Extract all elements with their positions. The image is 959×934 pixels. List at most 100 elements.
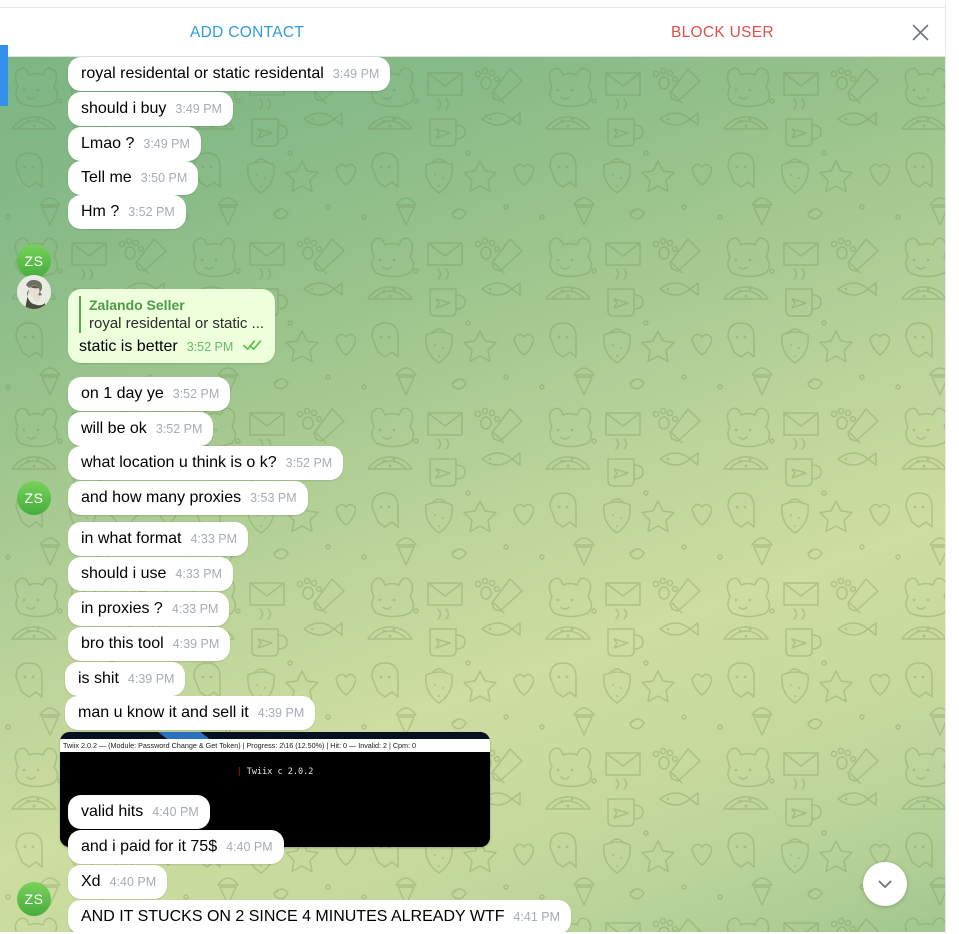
message-time: 4:39 PM: [127, 672, 175, 686]
message-text: AND IT STUCKS ON 2 SINCE 4 MINUTES ALREA…: [81, 908, 505, 925]
telegram-chat-window: ADD CONTACT BLOCK USER royal residental …: [0, 0, 959, 934]
message-bubble-incoming[interactable]: AND IT STUCKS ON 2 SINCE 4 MINUTES ALREA…: [68, 900, 572, 934]
avatar-self-photo[interactable]: [17, 275, 51, 309]
avatar-peer-initials[interactable]: ZS: [17, 244, 51, 278]
message-text: Hm ?: [81, 203, 120, 220]
message-text: and i paid for it 75$: [81, 838, 218, 855]
message-time: 4:40 PM: [226, 840, 273, 854]
message-bubble-incoming[interactable]: royal residental or static residental 3:…: [68, 57, 391, 91]
message-bubble-incoming[interactable]: on 1 day ye 3:52 PM: [68, 377, 231, 411]
message-row[interactable]: and i paid for it 75$ 4:40 PM: [68, 830, 284, 864]
message-row[interactable]: valid hits 4:40 PM: [68, 795, 210, 829]
message-text: is shit: [78, 670, 119, 687]
message-row[interactable]: should i buy 3:49 PM: [68, 92, 233, 126]
message-time: 3:49 PM: [143, 137, 190, 151]
message-time: 3:52 PM: [155, 422, 203, 436]
message-bubble-incoming[interactable]: will be ok 3:52 PM: [68, 412, 214, 446]
block-user-button[interactable]: BLOCK USER: [671, 24, 774, 42]
message-bubble-incoming[interactable]: Lmao ? 3:49 PM: [68, 127, 201, 161]
message-row[interactable]: in proxies ? 4:33 PM: [68, 592, 230, 626]
message-time: 4:40 PM: [152, 805, 199, 819]
message-text: in what format: [81, 530, 182, 547]
chevron-down-icon: [875, 874, 895, 894]
message-text: on 1 day ye: [81, 385, 164, 402]
message-time: 3:49 PM: [332, 67, 380, 81]
read-receipt-double-check-icon: [243, 338, 262, 356]
message-time: 3:52 PM: [285, 456, 333, 470]
unread-accent-strip: [0, 45, 8, 106]
message-bubble-incoming[interactable]: man u know it and sell it 4:39 PM: [65, 696, 316, 730]
message-text: should i use: [81, 565, 167, 582]
message-time: 4:33 PM: [190, 532, 238, 546]
avatar-peer-initials[interactable]: ZS: [17, 481, 51, 515]
message-bubble-incoming[interactable]: Xd 4:40 PM: [68, 865, 168, 899]
message-text: Tell me: [81, 169, 132, 186]
message-bubble-incoming[interactable]: in proxies ? 4:33 PM: [68, 592, 230, 626]
message-bubble-incoming[interactable]: and i paid for it 75$ 4:40 PM: [68, 830, 284, 864]
avatar-initials: ZS: [24, 253, 44, 269]
message-row[interactable]: in what format 4:33 PM: [68, 522, 249, 556]
message-bubble-incoming[interactable]: and how many proxies 3:53 PM: [68, 481, 308, 515]
message-time: 4:39 PM: [172, 637, 220, 651]
message-bubble-incoming[interactable]: Tell me 3:50 PM: [68, 161, 199, 195]
message-row[interactable]: on 1 day ye 3:52 PM: [68, 377, 231, 411]
message-text: valid hits: [81, 803, 144, 820]
message-list[interactable]: royal residental or static residental 3:…: [0, 57, 945, 934]
message-time: 4:41 PM: [513, 910, 561, 924]
message-text: in proxies ?: [81, 600, 163, 617]
avatar-peer-initials[interactable]: ZS: [17, 882, 51, 916]
message-row[interactable]: royal residental or static residental 3:…: [68, 57, 391, 91]
message-time: 4:39 PM: [257, 706, 305, 720]
message-time: 3:52 PM: [128, 205, 175, 219]
message-bubble-incoming[interactable]: in what format 4:33 PM: [68, 522, 249, 556]
message-row[interactable]: what location u think is o k? 3:52 PM: [68, 446, 344, 480]
message-row[interactable]: will be ok 3:52 PM: [68, 412, 214, 446]
close-icon: [912, 24, 929, 41]
reply-text: royal residental or static ...: [89, 315, 265, 332]
message-text: should i buy: [81, 100, 167, 117]
message-row[interactable]: Zalando Seller royal residental or stati…: [68, 289, 276, 363]
reply-quote[interactable]: Zalando Seller royal residental or stati…: [79, 296, 264, 333]
message-time: 3:52 PM: [172, 387, 220, 401]
message-bubble-incoming[interactable]: should i buy 3:49 PM: [68, 92, 233, 126]
right-panel-rail: [945, 0, 959, 934]
avatar-initials: ZS: [24, 891, 44, 907]
chat-message-area[interactable]: royal residental or static residental 3:…: [0, 57, 945, 934]
message-time: 3:53 PM: [250, 491, 297, 505]
message-row[interactable]: man u know it and sell it 4:39 PM: [65, 696, 316, 730]
message-bubble-outgoing[interactable]: Zalando Seller royal residental or stati…: [68, 289, 276, 363]
message-text: static is better: [79, 338, 178, 355]
message-time: 3:52 PM: [186, 340, 234, 354]
message-bubble-incoming[interactable]: is shit 4:39 PM: [65, 662, 186, 696]
message-text: bro this tool: [81, 635, 164, 652]
terminal-title-bar: Twiix 2.0.2 — (Module: Password Change &…: [60, 739, 490, 752]
close-button[interactable]: [905, 18, 935, 48]
message-time: 4:40 PM: [109, 875, 157, 889]
message-row[interactable]: AND IT STUCKS ON 2 SINCE 4 MINUTES ALREA…: [68, 900, 572, 934]
message-row[interactable]: should i use 4:33 PM: [68, 557, 233, 591]
message-text: what location u think is o k?: [81, 454, 277, 471]
message-text: and how many proxies: [81, 489, 242, 506]
message-row[interactable]: is shit 4:39 PM: [65, 662, 186, 696]
message-content-line: static is better 3:52 PM: [79, 336, 262, 357]
message-text: man u know it and sell it: [78, 704, 249, 721]
message-row[interactable]: Tell me 3:50 PM: [68, 161, 199, 195]
message-bubble-incoming[interactable]: should i use 4:33 PM: [68, 557, 233, 591]
message-bubble-incoming[interactable]: bro this tool 4:39 PM: [68, 627, 231, 661]
message-row[interactable]: Xd 4:40 PM: [68, 865, 168, 899]
message-row[interactable]: Lmao ? 3:49 PM: [68, 127, 201, 161]
scroll-to-bottom-button[interactable]: [863, 862, 907, 906]
message-bubble-incoming[interactable]: Hm ? 3:52 PM: [68, 195, 186, 229]
message-row[interactable]: Hm ? 3:52 PM: [68, 195, 186, 229]
window-top-gutter: [0, 0, 945, 8]
message-text: Lmao ?: [81, 135, 135, 152]
message-bubble-incoming[interactable]: what location u think is o k? 3:52 PM: [68, 446, 344, 480]
avatar-image: [17, 275, 51, 309]
message-row[interactable]: and how many proxies 3:53 PM: [68, 481, 308, 515]
message-row[interactable]: bro this tool 4:39 PM: [68, 627, 231, 661]
message-time: 4:33 PM: [171, 602, 219, 616]
add-contact-button[interactable]: ADD CONTACT: [190, 24, 304, 42]
terminal-body-text: Twiix c 2.0.2: [246, 767, 314, 777]
message-bubble-incoming[interactable]: valid hits 4:40 PM: [68, 795, 210, 829]
message-text: will be ok: [81, 420, 147, 437]
